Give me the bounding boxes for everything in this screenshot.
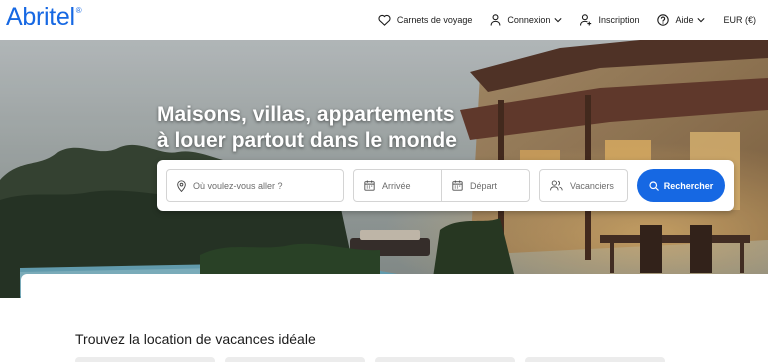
nav-signup[interactable]: Inscription [580,0,639,40]
user-icon [490,14,501,26]
departure-placeholder: Départ [470,180,498,191]
nav-login[interactable]: Connexion [490,0,563,40]
property-card[interactable] [375,357,515,362]
section-title: Trouvez la location de vacances idéale [75,331,316,347]
destination-field[interactable]: Où voulez-vous aller ? [166,169,344,202]
hero-title: Maisons, villas, appartements à louer pa… [157,102,457,154]
departure-date-field[interactable]: Départ [441,169,530,202]
hero-title-line-1: Maisons, villas, appartements [157,103,455,126]
content-panel [21,274,768,362]
nav-signup-label: Inscription [598,15,640,25]
chevron-down-icon [554,18,563,23]
search-button[interactable]: Rechercher [637,169,725,202]
user-plus-icon [580,14,592,26]
nav-help-label: Aide [675,15,694,25]
property-card[interactable] [525,357,665,362]
property-card[interactable] [75,357,215,362]
site-header: Abritel® Carnets de voyage Connexion Ins… [0,0,768,40]
brand-logo[interactable]: Abritel® [6,3,82,32]
travelers-field[interactable]: Vacanciers [539,169,628,202]
nav-help[interactable]: Aide [657,0,706,40]
calendar-icon [364,180,375,191]
users-icon [550,180,563,191]
destination-placeholder: Où voulez-vous aller ? [193,180,283,191]
page: Abritel® Carnets de voyage Connexion Ins… [0,0,768,362]
hero-title-line-2: à louer partout dans le monde [157,129,457,152]
search-bar: Où voulez-vous aller ? Arrivée Départ Va… [157,160,734,211]
location-pin-icon [177,179,186,192]
property-card[interactable] [225,357,365,362]
nav-login-label: Connexion [507,15,551,25]
nav-trips[interactable]: Carnets de voyage [378,0,473,40]
search-icon [649,180,659,191]
brand-registered-mark: ® [75,6,82,15]
nav-trips-label: Carnets de voyage [396,15,473,25]
travelers-placeholder: Vacanciers [570,180,614,191]
brand-name: Abritel [6,3,75,31]
arrival-date-field[interactable]: Arrivée [353,169,442,202]
calendar-icon [452,180,463,191]
heart-icon [378,14,391,26]
top-nav: Carnets de voyage Connexion Inscription … [360,0,756,40]
nav-currency[interactable]: EUR (€) [723,0,756,40]
nav-currency-label: EUR (€) [723,15,756,25]
help-circle-icon [657,14,670,26]
chevron-down-icon [697,18,706,23]
search-button-label: Rechercher [663,180,714,191]
arrival-placeholder: Arrivée [382,180,411,191]
